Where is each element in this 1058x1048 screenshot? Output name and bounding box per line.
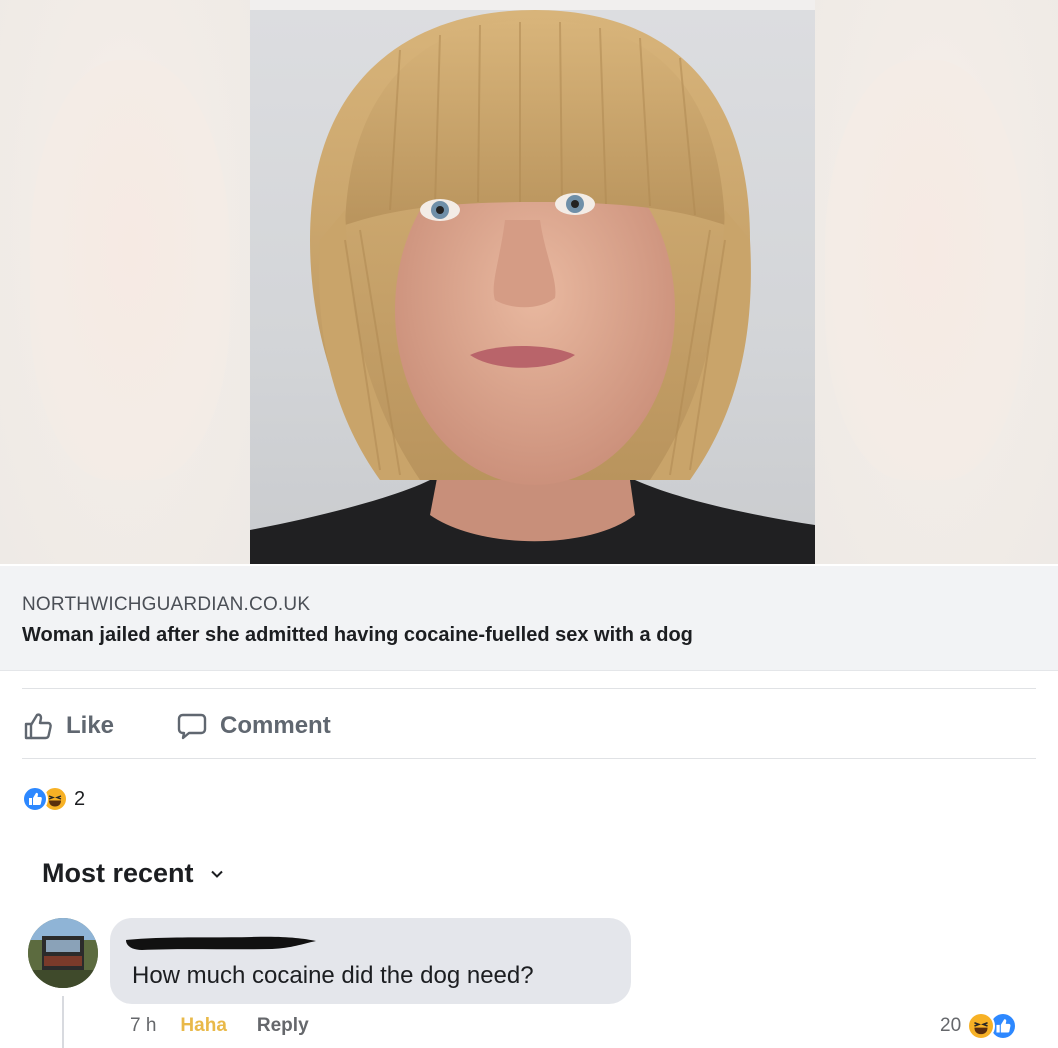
comment-reaction-count: 20 [940,1015,962,1036]
reply-thread-line [62,996,64,1048]
redacted-author-name [126,936,316,950]
comments-sort-dropdown[interactable]: Most recent [42,858,224,889]
link-title[interactable]: Woman jailed after she admitted having c… [22,624,693,647]
chevron-down-icon [210,870,223,878]
reactions-summary[interactable]: 2 [22,786,85,812]
action-bar-top-divider [22,688,1036,689]
like-label: Like [66,712,115,739]
facebook-post: NORTHWICHGUARDIAN.CO.UK Woman jailed aft… [0,0,1058,1048]
link-domain: NORTHWICHGUARDIAN.CO.UK [22,594,311,615]
haha-reaction-icon [967,1012,996,1040]
mugshot-photo [250,10,815,564]
thumbs-up-icon [24,713,52,740]
link-preview-image[interactable] [0,0,1058,564]
link-preview-info[interactable]: NORTHWICHGUARDIAN.CO.UK Woman jailed aft… [0,566,1058,671]
comment-button[interactable]: Comment [176,710,331,742]
comment-text: How much cocaine did the dog need? [132,962,534,989]
blurred-background-left [0,0,250,564]
sort-label: Most recent [42,858,194,888]
comment-icon [177,713,207,740]
blurred-background-right [815,0,1058,564]
reaction-count: 2 [74,787,86,810]
comment-label: Comment [220,712,331,739]
comment-reactions[interactable]: 20 [940,1012,1018,1040]
comment-meta: 7 h Haha Reply [130,1015,309,1037]
commenter-avatar[interactable] [28,918,98,988]
comment-bubble: How much cocaine did the dog need? [110,918,631,1004]
action-bar-bottom-divider [22,758,1036,759]
post-action-bar: Like Comment [22,702,331,750]
comment-reply-button[interactable]: Reply [257,1015,309,1037]
like-reaction-icon [22,786,48,812]
comment-timestamp[interactable]: 7 h [130,1015,156,1037]
comment-haha-button[interactable]: Haha [180,1015,226,1037]
like-button[interactable]: Like [22,710,114,742]
